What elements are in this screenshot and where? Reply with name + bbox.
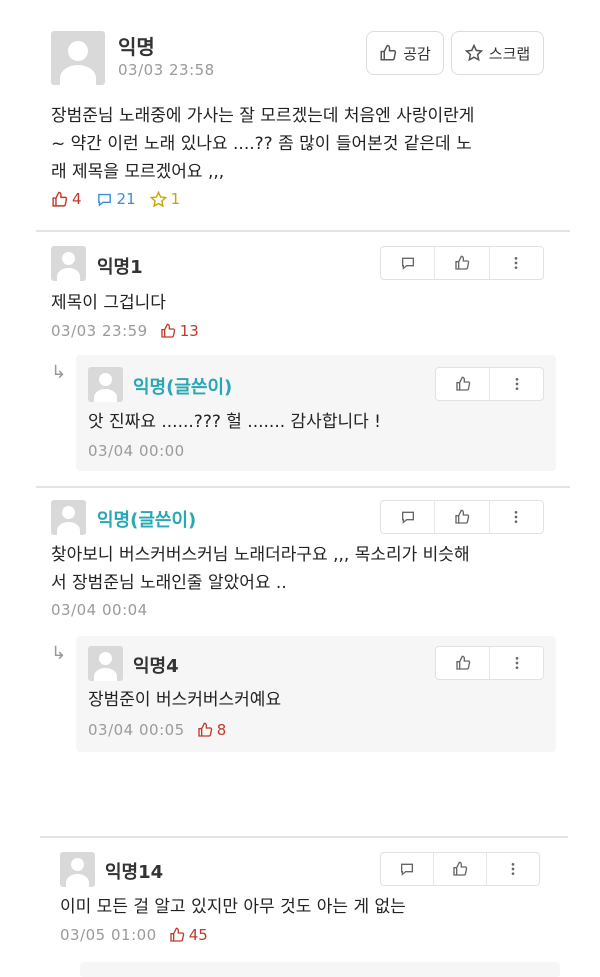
more-button[interactable] — [489, 647, 543, 679]
comment-like-count: 8 — [216, 721, 227, 739]
comment-like-button[interactable] — [434, 501, 488, 533]
post-body-line-3: 래 제목을 모르겠어요 ,,, — [51, 162, 225, 182]
comment-like-button[interactable] — [436, 368, 489, 400]
comment-actions — [435, 646, 544, 680]
thumbs-up-icon — [379, 44, 397, 62]
comment-actions — [380, 500, 544, 534]
post-body-line-1: 장범준님 노래중에 가사는 잘 모르겠는데 처음엔 사랑이란게 — [51, 106, 475, 126]
star-icon — [464, 44, 483, 62]
thumbs-up-icon — [51, 191, 68, 208]
comment-actions — [435, 367, 544, 401]
thumbs-up-icon — [169, 927, 185, 943]
more-button[interactable] — [489, 368, 543, 400]
like-button-label: 공감 — [403, 44, 431, 63]
comment-author: 익명(글쓴이) — [97, 510, 197, 531]
thumbs-up-icon — [455, 376, 471, 392]
comment-text: 이미 모든 걸 알고 있지만 아무 것도 아는 게 없는 — [60, 897, 406, 917]
like-button[interactable]: 공감 — [366, 31, 444, 75]
comment-author: 익명(글쓴이) — [133, 377, 233, 398]
comment-actions — [380, 852, 540, 886]
comment-text-line-1: 찾아보니 버스커버스커님 노래더라구요 ,,, 목소리가 비슷해 — [51, 545, 470, 565]
post-body-line-2: ~ 약간 이런 노래 있나요 ....?? 좀 많이 들어본것 같은데 노 — [51, 134, 472, 154]
more-vertical-icon — [509, 376, 525, 392]
comment-meta: 03/05 01:00 45 — [60, 926, 208, 944]
comment-timestamp: 03/03 23:59 — [51, 322, 148, 340]
comment-like-button[interactable] — [434, 247, 488, 279]
comment-avatar — [88, 646, 123, 681]
more-vertical-icon — [508, 509, 524, 525]
comment-avatar — [60, 852, 95, 887]
thumbs-up-icon — [455, 655, 471, 671]
scrap-button-label: 스크랩 — [488, 44, 531, 63]
thumbs-up-icon — [454, 509, 470, 525]
comment-text: 앗 진짜요 ......??? 헐 ....... 감사합니다 ! — [88, 412, 381, 432]
comment-actions — [380, 246, 544, 280]
thumbs-up-icon — [452, 861, 468, 877]
comment-timestamp: 03/05 01:00 — [60, 926, 157, 944]
divider — [36, 230, 570, 232]
reply-button[interactable] — [381, 501, 434, 533]
comment-avatar — [51, 246, 86, 281]
thumbs-up-icon — [197, 722, 213, 738]
post-author: 익명 — [118, 35, 155, 59]
more-button[interactable] — [486, 853, 539, 885]
speech-bubble-icon — [96, 191, 113, 208]
comment-author: 익명14 — [105, 862, 164, 883]
reply-box-partial — [80, 962, 560, 977]
more-vertical-icon — [505, 861, 521, 877]
comment-avatar — [51, 500, 86, 535]
divider — [36, 486, 570, 488]
reply-button[interactable] — [381, 853, 433, 885]
comment-like-count: 45 — [188, 926, 208, 944]
divider — [40, 836, 568, 838]
comment-timestamp: 03/04 00:05 — [88, 721, 185, 739]
reply-button[interactable] — [381, 247, 434, 279]
comment-like-button[interactable] — [436, 647, 489, 679]
more-vertical-icon — [509, 655, 525, 671]
star-icon — [149, 190, 167, 208]
speech-bubble-icon — [400, 509, 416, 525]
comment-text: 제목이 그겁니다 — [51, 293, 166, 313]
comment-text-line-2: 서 장범준님 노래인줄 알았어요 .. — [51, 573, 287, 593]
thumbs-up-icon — [160, 323, 176, 339]
speech-bubble-icon — [399, 861, 415, 877]
reply-arrow-icon: ↳ — [51, 643, 67, 664]
comment-timestamp: 03/04 00:04 — [51, 601, 148, 619]
scrap-button[interactable]: 스크랩 — [451, 31, 544, 75]
comment-like-count: 13 — [179, 322, 199, 340]
more-button[interactable] — [488, 501, 543, 533]
comment-author: 익명4 — [133, 656, 179, 677]
thumbs-up-icon — [454, 255, 470, 271]
post-stats: 4 21 1 — [51, 190, 180, 208]
speech-bubble-icon — [400, 255, 416, 271]
comment-meta: 03/03 23:59 13 — [51, 322, 199, 340]
reply-arrow-icon: ↳ — [51, 362, 67, 383]
more-vertical-icon — [508, 255, 524, 271]
post-timestamp: 03/03 23:58 — [118, 61, 215, 79]
comment-text: 장범준이 버스커버스커예요 — [88, 690, 282, 710]
post-like-count: 4 — [72, 190, 82, 208]
post-comment-count: 21 — [116, 190, 136, 208]
post-avatar — [51, 31, 105, 85]
comment-author: 익명1 — [97, 257, 143, 278]
comment-like-button[interactable] — [433, 853, 486, 885]
comment-avatar — [88, 367, 123, 402]
comment-meta: 03/04 00:05 8 — [88, 721, 226, 739]
more-button[interactable] — [488, 247, 543, 279]
comment-timestamp: 03/04 00:00 — [88, 442, 185, 460]
post-scrap-count: 1 — [170, 190, 181, 208]
